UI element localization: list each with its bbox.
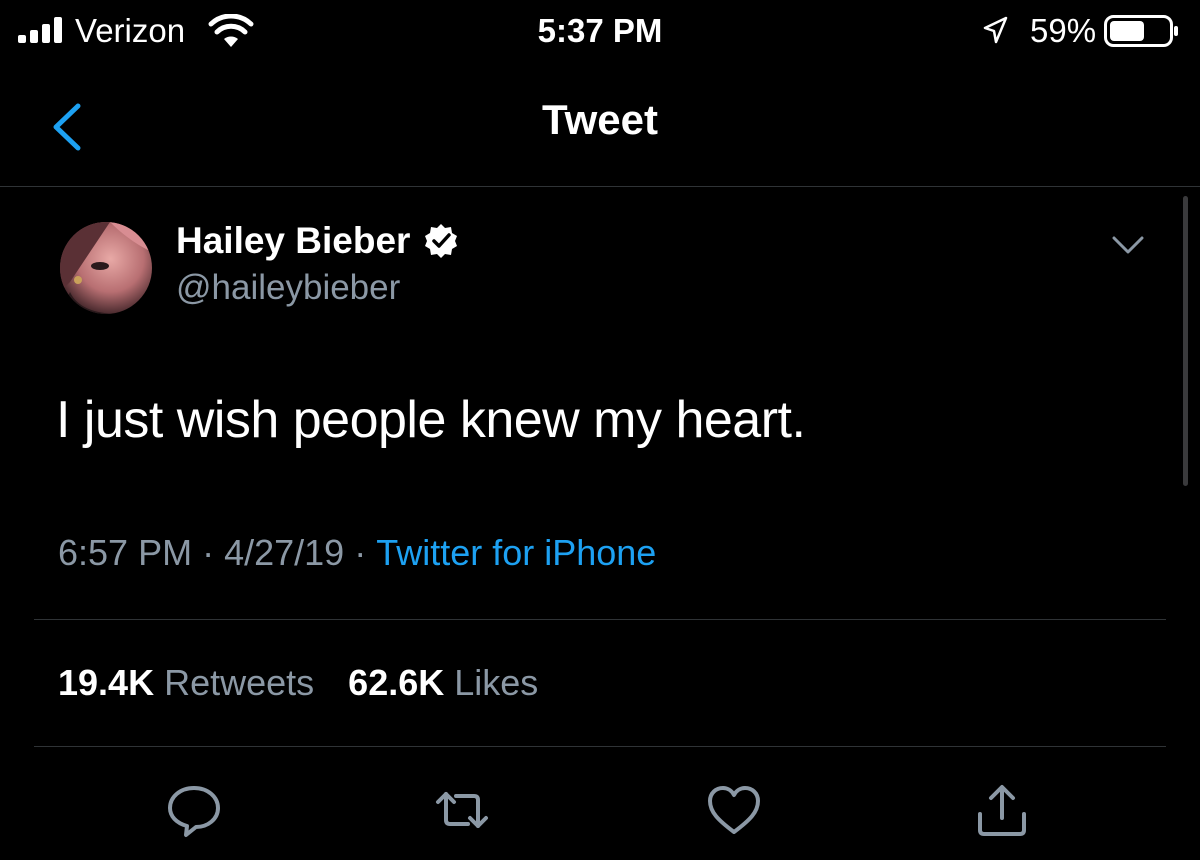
share-button[interactable]	[972, 780, 1032, 840]
scrollbar[interactable]	[1183, 196, 1188, 486]
retweets-label: Retweets	[164, 662, 315, 703]
reply-icon	[168, 786, 220, 837]
retweets-count: 19.4K	[58, 662, 155, 703]
meta-separator: ·	[202, 532, 215, 573]
tweet-detail-screen: Verizon 5:37 PM 59% Tweet Hailey Bieber …	[0, 0, 1200, 860]
tweet-text: I just wish people knew my heart.	[56, 391, 806, 449]
status-bar: Verizon 5:37 PM 59%	[0, 0, 1200, 62]
navigation-bar: Tweet	[0, 62, 1200, 187]
author-handle[interactable]: @haileybieber	[176, 268, 400, 308]
status-time: 5:37 PM	[537, 12, 663, 49]
likes-stat[interactable]: 62.6K Likes	[348, 662, 538, 703]
reply-button[interactable]	[164, 780, 224, 840]
chevron-down-icon[interactable]	[1110, 232, 1146, 258]
share-icon	[978, 785, 1026, 836]
tweet-source-link[interactable]: Twitter for iPhone	[376, 532, 656, 573]
divider	[34, 619, 1166, 620]
verified-badge-icon	[425, 224, 458, 258]
author-name: Hailey Bieber	[176, 220, 411, 261]
tweet-time: 6:57 PM	[58, 532, 193, 573]
likes-count: 62.6K	[348, 662, 445, 703]
likes-label: Likes	[454, 662, 539, 703]
meta-separator: ·	[354, 532, 367, 573]
author-name-row[interactable]: Hailey Bieber	[176, 216, 460, 266]
retweet-icon	[436, 792, 488, 828]
divider	[34, 746, 1166, 747]
tweet-stats: 19.4K Retweets 62.6K Likes	[58, 662, 562, 704]
page-title: Tweet	[542, 96, 658, 143]
tweet-meta: 6:57 PM · 4/27/19 · Twitter for iPhone	[58, 532, 656, 574]
tweet-date: 4/27/19	[224, 532, 345, 573]
like-icon	[708, 786, 760, 834]
battery-percentage: 59%	[1030, 12, 1097, 49]
retweet-button[interactable]	[432, 780, 492, 840]
location-arrow-icon	[983, 16, 1008, 44]
author-avatar[interactable]	[60, 222, 152, 314]
like-button[interactable]	[704, 780, 764, 840]
retweets-stat[interactable]: 19.4K Retweets	[58, 662, 314, 703]
avatar-image	[60, 222, 152, 314]
battery-icon	[1104, 15, 1178, 47]
